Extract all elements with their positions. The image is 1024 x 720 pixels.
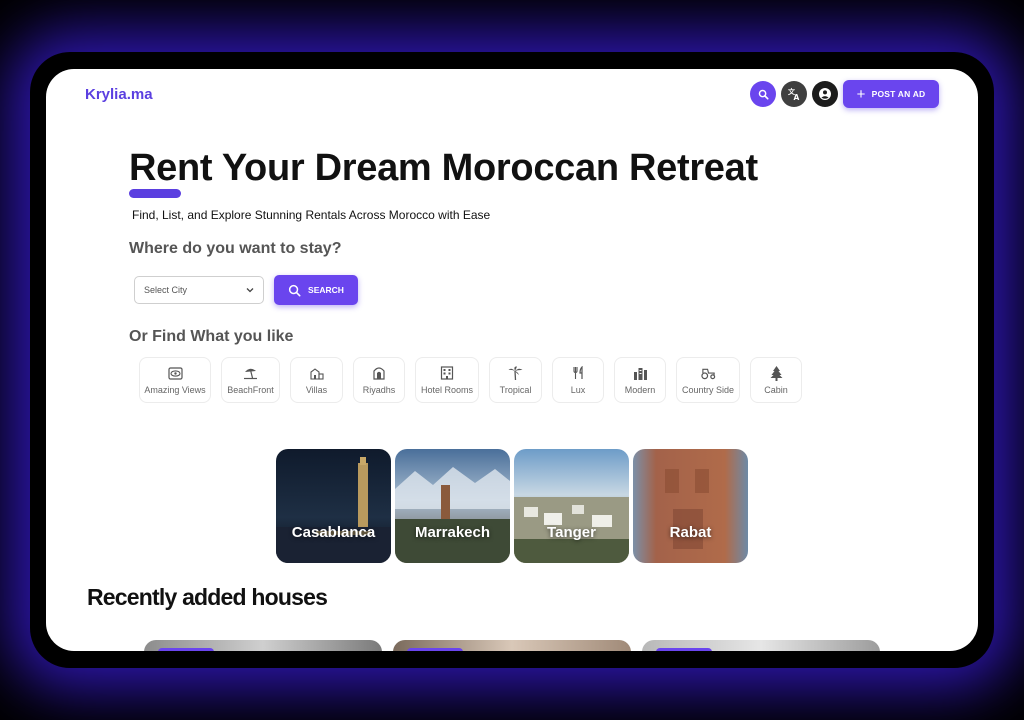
house-card[interactable] [642, 640, 880, 651]
search-icon [288, 284, 301, 296]
house-card[interactable] [144, 640, 382, 651]
category-modern[interactable]: Modern [614, 357, 666, 403]
buildings-icon [633, 366, 648, 381]
search-button-label: SEARCH [308, 285, 344, 295]
category-label: Hotel Rooms [420, 384, 474, 395]
house-badge [656, 648, 712, 651]
category-beachfront[interactable]: BeachFront [221, 357, 280, 403]
category-riyadhs[interactable]: Riyadhs [353, 357, 405, 403]
hotel-icon [440, 366, 455, 381]
pine-tree-icon [769, 365, 784, 381]
city-name: Rabat [669, 523, 712, 541]
city-name: Casablanca [291, 523, 376, 541]
search-button[interactable]: SEARCH [274, 275, 358, 305]
categories-heading: Or Find What you like [129, 328, 294, 345]
rabat-photo [633, 449, 748, 563]
search-icon [758, 89, 769, 100]
category-label: Riyadhs [362, 384, 396, 395]
category-label: Lux [570, 384, 586, 395]
account-button[interactable] [812, 81, 838, 107]
category-cabin[interactable]: Cabin [750, 357, 802, 403]
category-label: Cabin [764, 384, 788, 395]
city-name: Tanger [547, 523, 596, 541]
casablanca-photo [276, 449, 391, 563]
title-underline [129, 189, 181, 198]
tractor-icon [700, 366, 716, 381]
category-amazing-views[interactable]: Amazing Views [139, 357, 211, 403]
hero-title: Rent Your Dream Moroccan Retreat [129, 147, 758, 189]
category-lux[interactable]: Lux [552, 357, 604, 403]
category-label: BeachFront [227, 384, 274, 395]
translate-icon: 文 A [788, 87, 800, 101]
plus-icon: + [856, 85, 866, 103]
villa-icon [309, 366, 324, 381]
post-ad-label: POST AN AD [871, 89, 926, 99]
eye-icon [167, 366, 183, 381]
category-hotel-rooms[interactable]: Hotel Rooms [415, 357, 479, 403]
search-heading: Where do you want to stay? [129, 240, 342, 257]
hero-subtitle: Find, List, and Explore Stunning Rentals… [132, 208, 491, 222]
language-button[interactable]: 文 A [781, 81, 807, 107]
account-icon [819, 88, 831, 100]
svg-text:A: A [794, 93, 800, 101]
post-ad-button[interactable]: + POST AN AD [843, 80, 939, 108]
category-label: Tropical [499, 384, 532, 395]
category-label: Villas [305, 384, 328, 395]
category-villas[interactable]: Villas [290, 357, 343, 403]
category-label: Country Side [681, 384, 735, 395]
category-label: Amazing Views [144, 384, 206, 395]
beach-umbrella-icon [243, 366, 258, 381]
recent-houses-heading: Recently added houses [87, 584, 328, 610]
category-tropical[interactable]: Tropical [489, 357, 542, 403]
category-label: Modern [624, 384, 656, 395]
city-name: Marrakech [414, 523, 491, 541]
city-select-placeholder: Select City [144, 285, 188, 295]
city-card-rabat[interactable]: Rabat [633, 449, 748, 563]
city-card-tanger[interactable]: Tanger [514, 449, 629, 563]
city-card-marrakech[interactable]: Marrakech [395, 449, 510, 563]
app-window: Krylia.ma 文 A + POST AN AD Rent Your Dre… [46, 69, 978, 651]
house-card[interactable] [393, 640, 631, 651]
city-card-casablanca[interactable]: Casablanca [276, 449, 391, 563]
palm-tree-icon [508, 365, 523, 381]
riyadh-door-icon [372, 366, 387, 381]
header-search-button[interactable] [750, 81, 776, 107]
site-logo[interactable]: Krylia.ma [85, 86, 153, 103]
marrakech-photo [395, 449, 510, 563]
house-badge [158, 648, 214, 651]
tanger-photo [514, 449, 629, 563]
chevron-down-icon [246, 285, 254, 295]
category-country-side[interactable]: Country Side [676, 357, 740, 403]
city-select[interactable]: Select City [134, 276, 264, 304]
house-badge [407, 648, 463, 651]
dining-icon [571, 366, 586, 381]
